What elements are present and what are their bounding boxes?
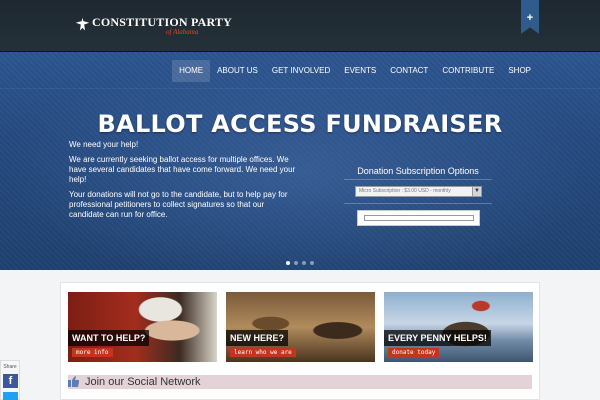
top-bar: CONSTITUTION PARTY of Alabama + [0, 0, 600, 52]
nav-get-involved[interactable]: GET INVOLVED [265, 60, 337, 82]
slider-pagination [286, 261, 314, 265]
hero-copy: We need your help! We are currently seek… [69, 140, 299, 225]
hero-paragraph: Your donations will not go to the candid… [69, 190, 288, 219]
eagle-logo-icon [75, 17, 90, 31]
facebook-icon[interactable]: f [3, 374, 18, 388]
donation-divider [344, 203, 492, 204]
social-network-header: Join our Social Network [68, 375, 532, 389]
nav-home[interactable]: HOME [172, 60, 211, 82]
site-logo[interactable]: CONSTITUTION PARTY of Alabama [74, 14, 232, 38]
donation-label: Donation Subscription Options [344, 162, 492, 180]
hero-title: BALLOT ACCESS FUNDRAISER [97, 110, 503, 138]
twitter-icon[interactable] [3, 392, 18, 400]
feature-title: EVERY PENNY HELPS! [384, 330, 491, 346]
nav-about-us[interactable]: ABOUT US [210, 60, 265, 82]
nav-events[interactable]: EVENTS [337, 60, 383, 82]
nav-contribute[interactable]: CONTRIBUTE [435, 60, 501, 82]
donation-form: Donation Subscription Options Micro Subs… [344, 162, 492, 226]
feature-new-here[interactable]: NEW HERE? learn who we are [226, 292, 375, 362]
logo-title: CONSTITUTION PARTY [92, 15, 232, 29]
feature-title: WANT TO HELP? [68, 330, 150, 346]
feature-want-to-help[interactable]: WANT TO HELP? more info [68, 292, 217, 362]
donation-select[interactable]: Micro Subscription : $3.00 USD - monthly… [355, 186, 482, 197]
feature-title: NEW HERE? [226, 330, 288, 346]
plus-icon: + [526, 12, 534, 24]
slider-dot[interactable] [286, 261, 290, 265]
hero-paragraph: We need your help! [69, 140, 139, 149]
nav-shop[interactable]: SHOP [501, 60, 538, 82]
subscribe-button-inner [364, 215, 474, 221]
slider-dot[interactable] [310, 261, 314, 265]
hero-paragraph: We are currently seeking ballot access f… [69, 155, 296, 184]
subscribe-button[interactable] [357, 210, 480, 226]
share-label: Share [3, 364, 17, 370]
main-nav: HOME ABOUT US GET INVOLVED EVENTS CONTAC… [172, 60, 538, 84]
donate-today-button[interactable]: donate today [388, 348, 440, 357]
donation-selected-value: Micro Subscription : $3.00 USD - monthly [359, 188, 451, 194]
more-info-button[interactable]: more info [72, 348, 113, 357]
logo-subtitle: of Alabama [166, 28, 199, 36]
slider-dot[interactable] [294, 261, 298, 265]
feature-every-penny-helps[interactable]: EVERY PENNY HELPS! donate today [384, 292, 533, 362]
nav-contact[interactable]: CONTACT [383, 60, 435, 82]
thumbs-up-icon [68, 376, 79, 387]
content-area: WANT TO HELP? more info NEW HERE? learn … [0, 270, 600, 400]
nav-divider [0, 88, 600, 89]
slider-dot[interactable] [302, 261, 306, 265]
share-bar: Share f [0, 360, 20, 400]
social-title: Join our Social Network [85, 376, 201, 388]
hero-banner: HOME ABOUT US GET INVOLVED EVENTS CONTAC… [0, 52, 600, 270]
dropdown-arrow-icon: ▼ [472, 187, 481, 196]
learn-who-we-are-button[interactable]: learn who we are [230, 348, 296, 357]
panel-toggle-ribbon[interactable]: + [521, 0, 539, 34]
